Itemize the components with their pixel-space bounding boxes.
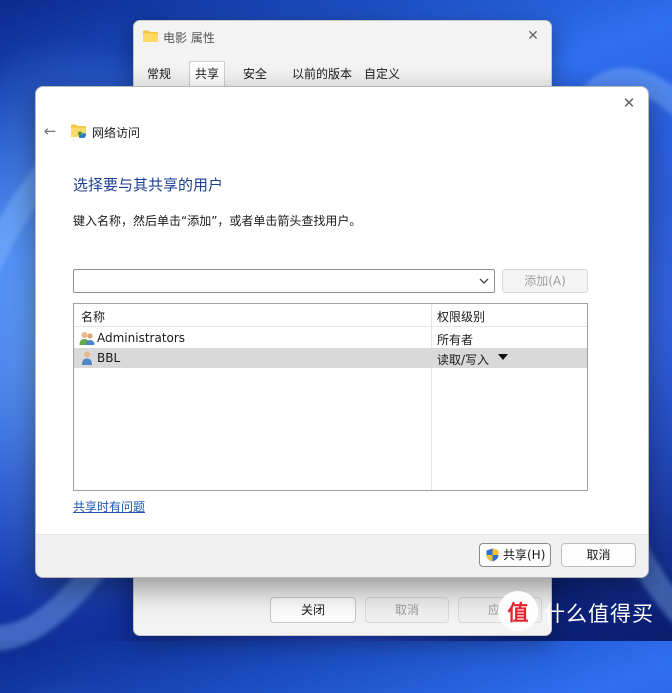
column-header-name[interactable]: 名称: [81, 308, 105, 325]
user-name: BBL: [97, 351, 121, 365]
user-group-icon: [79, 332, 95, 345]
chevron-down-icon[interactable]: [477, 274, 491, 288]
properties-cancel-button[interactable]: 取消: [365, 597, 449, 623]
page-title: 选择要与其共享的用户: [73, 176, 224, 194]
watermark-logo: 值: [498, 591, 538, 631]
tab-general[interactable]: 常规: [142, 63, 176, 85]
watermark: 值 什么值得买: [498, 591, 664, 631]
list-item[interactable]: Administrators 所有者: [74, 328, 587, 348]
user-name: Administrators: [97, 331, 186, 345]
close-button[interactable]: 关闭: [270, 597, 356, 623]
back-arrow-icon[interactable]: ←: [42, 123, 58, 139]
dialog-heading: 网络访问: [92, 126, 141, 140]
properties-title: 电影 属性: [163, 31, 215, 45]
share-button-label: 共享(H): [503, 548, 546, 562]
instruction-text: 键入名称，然后单击“添加”，或者单击箭头查找用户。: [73, 214, 362, 228]
uac-shield-icon: [486, 548, 499, 562]
user-permission-list: 名称 权限级别 Administrators 所有者 BBL 读取/写入: [73, 303, 588, 491]
network-access-dialog: ✕ ← 网络访问 选择要与其共享的用户 键入名称，然后单击“添加”，或者单击箭头…: [35, 86, 649, 578]
dialog-footer: 共享(H) 取消: [36, 534, 648, 577]
list-item[interactable]: BBL 读取/写入: [74, 348, 587, 368]
permission-level-dropdown[interactable]: 读取/写入: [437, 351, 489, 368]
list-header: 名称 权限级别: [74, 304, 587, 327]
sharing-trouble-link[interactable]: 共享时有问题: [73, 498, 145, 515]
properties-titlebar: 电影 属性 ✕: [134, 21, 551, 51]
tab-customize[interactable]: 自定义: [359, 63, 405, 85]
close-icon[interactable]: ✕: [620, 94, 638, 112]
share-button[interactable]: 共享(H): [479, 543, 551, 567]
column-header-permission[interactable]: 权限级别: [437, 308, 485, 325]
properties-footer: 关闭 取消 应用: [134, 583, 551, 635]
permission-level: 所有者: [437, 333, 474, 347]
watermark-text: 什么值得买: [544, 602, 654, 626]
add-button[interactable]: 添加(A): [502, 269, 588, 293]
tab-sharing[interactable]: 共享: [189, 61, 226, 87]
tab-previous-versions[interactable]: 以前的版本: [287, 63, 357, 85]
user-icon: [82, 351, 92, 365]
network-folder-icon: [71, 124, 86, 138]
folder-icon: [143, 30, 158, 42]
tab-security[interactable]: 安全: [238, 63, 272, 85]
dropdown-arrow-icon[interactable]: [498, 354, 508, 360]
user-name-input[interactable]: [74, 270, 482, 292]
cancel-button[interactable]: 取消: [561, 543, 636, 567]
close-icon[interactable]: ✕: [524, 27, 542, 45]
user-name-combobox[interactable]: [73, 269, 495, 293]
